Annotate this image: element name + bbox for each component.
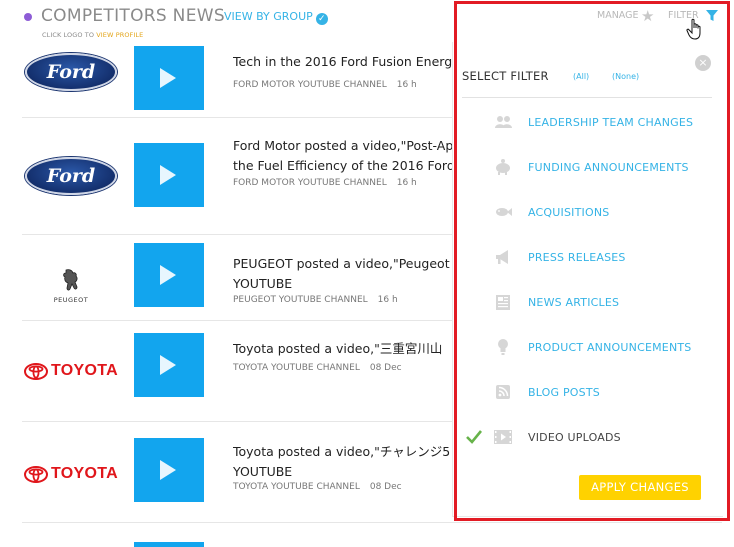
channel-name[interactable]: FORD MOTOR YOUTUBE CHANNEL [233, 178, 387, 188]
channel-name[interactable]: TOYOTA YOUTUBE CHANNEL [233, 363, 360, 373]
filter-option-news-articles[interactable]: NEWS ARTICLES [453, 291, 723, 315]
post-meta: TOYOTA YOUTUBE CHANNEL 08 Dec [233, 363, 402, 373]
filter-option-label: FUNDING ANNOUNCEMENTS [528, 161, 689, 174]
video-thumbnail[interactable] [134, 438, 204, 502]
page-title: COMPETITORS NEWS [41, 6, 225, 26]
ford-logo[interactable]: Ford [22, 141, 120, 211]
post-title-line: YOUTUBE [233, 276, 293, 291]
select-all-link[interactable]: (All) [573, 72, 589, 81]
filter-option-label: NEWS ARTICLES [528, 296, 620, 309]
ford-oval: Ford [25, 157, 117, 195]
ford-logo[interactable]: Ford [22, 44, 120, 107]
channel-name[interactable]: PEUGEOT YOUTUBE CHANNEL [233, 295, 368, 305]
toyota-mark: TOYOTA [24, 362, 118, 380]
panel-divider [462, 97, 712, 98]
channel-name[interactable]: FORD MOTOR YOUTUBE CHANNEL [233, 80, 387, 90]
post-title-line: the Fuel Efficiency of the 2016 Ford [233, 158, 455, 173]
star-icon[interactable]: ★ [641, 7, 654, 25]
close-icon[interactable]: × [695, 55, 711, 71]
post-time: 16 h [396, 178, 417, 188]
toyota-logo-text: TOYOTA [51, 465, 118, 482]
video-thumbnail[interactable] [134, 46, 204, 110]
filter-option-label: VIDEO UPLOADS [528, 431, 621, 444]
select-none-link[interactable]: (None) [612, 72, 639, 81]
filter-option-label: PRODUCT ANNOUNCEMENTS [528, 341, 692, 354]
toyota-mark: TOYOTA [24, 465, 118, 483]
filter-option-label: PRESS RELEASES [528, 251, 626, 264]
toyota-emblem-icon [24, 465, 48, 483]
video-thumbnail[interactable] [134, 143, 204, 207]
post-title-line: Toyota posted a video,"チャレンジ5 [233, 444, 451, 459]
filter-option-label: ACQUISITIONS [528, 206, 610, 219]
manage-link[interactable]: MANAGE [597, 10, 639, 21]
lightbulb-icon [498, 339, 508, 355]
post-meta: TOYOTA YOUTUBE CHANNEL 08 Dec [233, 482, 402, 492]
ford-logo-text: Ford [46, 61, 96, 83]
filter-option-leadership-team-changes[interactable]: LEADERSHIP TEAM CHANGES [453, 111, 723, 135]
feed-row [22, 540, 722, 547]
post-title-line: Tech in the 2016 Ford Fusion Energ [233, 54, 453, 69]
filter-option-press-releases[interactable]: PRESS RELEASES [453, 246, 723, 270]
post-title-line: Ford Motor posted a video,"Post-Ap [233, 138, 454, 153]
post-time: 16 h [377, 295, 398, 305]
page-header: COMPETITORS NEWS VIEW BY GROUP ✓ CLICK LO… [0, 0, 734, 44]
hand-cursor-icon [686, 18, 701, 40]
rss-icon [496, 385, 510, 399]
ford-logo-text: Ford [46, 165, 96, 187]
logo-hint-text: CLICK LOGO TO [42, 31, 97, 39]
post-meta: FORD MOTOR YOUTUBE CHANNEL 16 h [233, 80, 417, 90]
post-time: 16 h [396, 80, 417, 90]
post-title[interactable]: Toyota posted a video,"チャレンジ5 YOUTUBE [233, 442, 463, 482]
peugeot-logo-text: PEUGEOT [53, 295, 89, 304]
filter-option-video-uploads[interactable]: VIDEO UPLOADS [453, 426, 723, 450]
peugeot-logo[interactable]: PEUGEOT [22, 250, 120, 320]
megaphone-icon [496, 250, 508, 264]
filter-funnel-icon[interactable] [705, 9, 719, 23]
peugeot-mark: PEUGEOT [54, 267, 89, 304]
view-by-group-label: VIEW BY GROUP [224, 10, 313, 23]
fish-icon [496, 208, 512, 216]
toyota-logo-text: TOYOTA [51, 362, 118, 379]
newspaper-icon [496, 295, 510, 310]
apply-changes-button[interactable]: APPLY CHANGES [579, 475, 701, 500]
post-meta: FORD MOTOR YOUTUBE CHANNEL 16 h [233, 178, 417, 188]
toyota-emblem-icon [24, 362, 48, 380]
filter-option-funding-announcements[interactable]: FUNDING ANNOUNCEMENTS [453, 156, 723, 180]
view-profile-link[interactable]: VIEW PROFILE [96, 31, 143, 39]
post-title[interactable]: Ford Motor posted a video,"Post-Ap the Fu… [233, 136, 463, 176]
video-icon [494, 430, 512, 444]
post-title-line: YOUTUBE [233, 464, 293, 479]
post-time: 08 Dec [369, 363, 402, 373]
checkmark-icon [466, 430, 483, 444]
video-thumbnail[interactable] [134, 542, 204, 547]
filter-option-label: LEADERSHIP TEAM CHANGES [528, 116, 694, 129]
post-meta: PEUGEOT YOUTUBE CHANNEL 16 h [233, 295, 398, 305]
lion-icon [63, 268, 78, 290]
ford-oval: Ford [25, 53, 117, 91]
check-circle-icon: ✓ [315, 13, 328, 25]
filter-option-label: BLOG POSTS [528, 386, 600, 399]
filter-panel: SELECT FILTER (All) (None) × LEADERSHIP … [452, 42, 723, 517]
video-thumbnail[interactable] [134, 333, 204, 397]
toyota-logo[interactable]: TOYOTA [22, 336, 120, 406]
filter-option-blog-posts[interactable]: BLOG POSTS [453, 381, 723, 405]
post-time: 08 Dec [369, 482, 402, 492]
filter-option-product-announcements[interactable]: PRODUCT ANNOUNCEMENTS [453, 336, 723, 360]
piggy-bank-icon [496, 159, 510, 175]
filter-panel-title: SELECT FILTER [462, 69, 549, 83]
status-dot [24, 13, 32, 21]
post-title[interactable]: Toyota posted a video,"三重宮川山 [233, 339, 463, 359]
post-title-line: PEUGEOT posted a video,"Peugeot [233, 256, 450, 271]
toyota-logo[interactable]: TOYOTA [22, 439, 120, 509]
video-thumbnail[interactable] [134, 243, 204, 307]
post-title-line: Toyota posted a video,"三重宮川山 [233, 341, 443, 356]
post-title[interactable]: Tech in the 2016 Ford Fusion Energ [233, 52, 463, 72]
channel-name[interactable]: TOYOTA YOUTUBE CHANNEL [233, 482, 360, 492]
view-by-group-link[interactable]: VIEW BY GROUP ✓ [224, 10, 328, 25]
logo-hint: CLICK LOGO TO VIEW PROFILE [42, 31, 143, 39]
people-icon [495, 116, 512, 128]
post-title[interactable]: PEUGEOT posted a video,"Peugeot YOUTUBE [233, 254, 463, 294]
filter-option-acquisitions[interactable]: ACQUISITIONS [453, 201, 723, 225]
